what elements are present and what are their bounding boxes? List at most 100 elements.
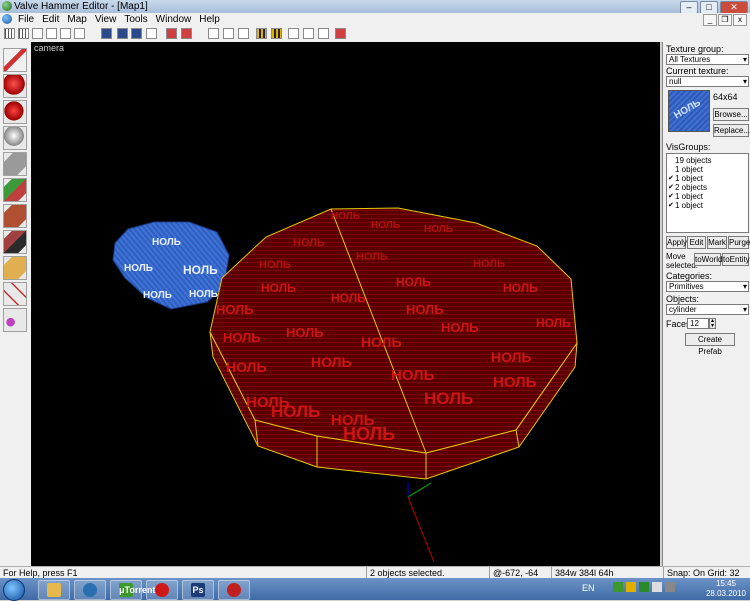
list-item[interactable]: 1 object [675,165,703,174]
texture-group-select[interactable]: All Textures [666,54,749,65]
start-button[interactable] [3,579,25,601]
current-texture-select[interactable]: null [666,76,749,87]
mark-button[interactable]: Mark [707,236,727,249]
visible-check-icon[interactable]: ✔ [668,192,674,201]
edit-button[interactable]: Edit [687,236,706,249]
flag-icon[interactable] [665,582,675,592]
carve-icon[interactable] [166,28,177,39]
to-world-button[interactable]: toWorld [694,253,722,266]
tex-label: НОЛЬ [343,424,395,444]
clock-date: 28.03.2010 [705,589,746,598]
faces-stepper[interactable]: ▴ ▾ [709,318,716,329]
network-icon[interactable] [639,582,649,592]
tex-label: НОЛЬ [424,224,453,235]
tex-label: НОЛЬ [261,281,296,295]
to-entity-button[interactable]: toEntity [722,253,750,266]
pointer-tool-icon[interactable] [3,48,27,72]
visgroups-label: VisGroups: [666,142,711,152]
taskbar-game[interactable] [218,580,250,600]
title-bar: Valve Hammer Editor - [Map1] – □ ✕ [0,0,750,14]
view-2d-icon[interactable] [117,28,128,39]
hide-icon[interactable] [303,28,314,39]
paste-icon[interactable] [238,28,249,39]
clip-tool-icon[interactable] [3,256,27,280]
run-map-icon[interactable] [335,28,346,39]
create-prefab-button[interactable]: Create Prefab [685,333,735,356]
apply-button[interactable]: Apply [666,236,687,249]
purge-button[interactable]: Purge [728,236,750,249]
path-tool-icon[interactable] [3,308,27,332]
load-window-icon[interactable] [101,28,112,39]
list-item[interactable]: 2 objects [675,183,707,192]
block-tool-icon[interactable] [3,152,27,176]
menu-view[interactable]: View [95,13,117,26]
decal-tool-icon[interactable] [3,230,27,254]
hollow-icon[interactable] [181,28,192,39]
grid-3d-icon[interactable] [18,28,29,39]
grid-smaller-icon[interactable] [46,28,57,39]
folder-icon [47,583,61,597]
cut-icon[interactable] [208,28,219,39]
browse-button[interactable]: Browse... [713,108,749,121]
tex-label: НОЛЬ [441,320,479,335]
taskbar-utorrent[interactable]: μTorrent [110,580,155,600]
menu-tools[interactable]: Tools [124,13,147,26]
taskbar: μTorrent Ps EN 15:45 28.03.2010 [0,578,750,601]
magnify-tool-icon[interactable] [3,74,27,98]
entity-tool-icon[interactable] [3,126,27,150]
replace-button[interactable]: Replace... [713,124,750,137]
categories-select[interactable]: Primitives [666,281,749,292]
tray-app-icon[interactable] [626,582,636,592]
texture-tool-icon[interactable] [3,178,27,202]
list-item[interactable]: 19 objects [675,156,711,165]
taskbar-hammer[interactable] [74,580,106,600]
mdi-minimize-button[interactable]: _ [703,14,717,26]
clock[interactable]: 15:45 28.03.2010 [706,579,746,599]
taskbar-opera[interactable] [146,580,178,600]
list-item[interactable]: 1 object [675,192,703,201]
texture-lock-icon[interactable] [146,28,157,39]
mdi-restore-button[interactable]: ❐ [718,14,732,26]
taskbar-photoshop[interactable]: Ps [182,580,214,600]
camera-tool-icon[interactable] [3,100,27,124]
tex-label: НОЛЬ [223,330,261,345]
list-item[interactable]: 1 object [675,174,703,183]
taskbar-folder[interactable] [38,580,70,600]
copy-icon[interactable] [223,28,234,39]
visible-check-icon[interactable]: ✔ [668,183,674,192]
tex-label: НОЛЬ [293,237,325,249]
faces-input[interactable]: 12 [687,318,709,329]
grid-larger-icon[interactable] [60,28,71,39]
visible-check-icon[interactable]: ✔ [668,174,674,183]
mdi-close-button[interactable]: x [733,14,747,26]
visgroups-list[interactable]: 19 objects 1 object 1 object 2 objects 1… [666,153,749,233]
view-3d-icon[interactable] [131,28,142,39]
camera-viewport[interactable]: camera НОЛЬ НОЛЬ НОЛЬ НОЛЬ НОЛЬ НОЛЬ НОЛ… [31,42,660,566]
vertex-tool-icon[interactable] [3,282,27,306]
menu-map[interactable]: Map [67,13,86,26]
menu-help[interactable]: Help [199,13,220,26]
menu-file[interactable]: File [18,13,34,26]
grid-dots-icon[interactable] [32,28,43,39]
menu-window[interactable]: Window [156,13,192,26]
menu-edit[interactable]: Edit [42,13,59,26]
categories-label: Categories: [666,271,713,281]
scene-render: НОЛЬ НОЛЬ НОЛЬ НОЛЬ НОЛЬ НОЛЬ НОЛЬ НОЛЬ … [112,207,578,563]
main-toolbar [0,26,750,43]
visible-check-icon[interactable]: ✔ [668,201,674,210]
tex-label: НОЛЬ [286,325,324,340]
objects-label: Objects: [666,294,700,304]
snap-icon[interactable] [74,28,85,39]
list-item[interactable]: 1 object [675,201,703,210]
group-icon[interactable] [256,28,267,39]
apply-texture-icon[interactable] [3,204,27,228]
texture-preview: НОЛЬ [668,90,710,132]
grid-toggle-icon[interactable] [4,28,15,39]
utorrent-tray-icon[interactable] [613,582,623,592]
volume-icon[interactable] [652,582,662,592]
ungroup-icon[interactable] [271,28,282,39]
objects-select[interactable]: cylinder [666,304,749,315]
language-indicator[interactable]: EN [582,583,595,593]
entity-icon[interactable] [318,28,329,39]
select-icon[interactable] [288,28,299,39]
